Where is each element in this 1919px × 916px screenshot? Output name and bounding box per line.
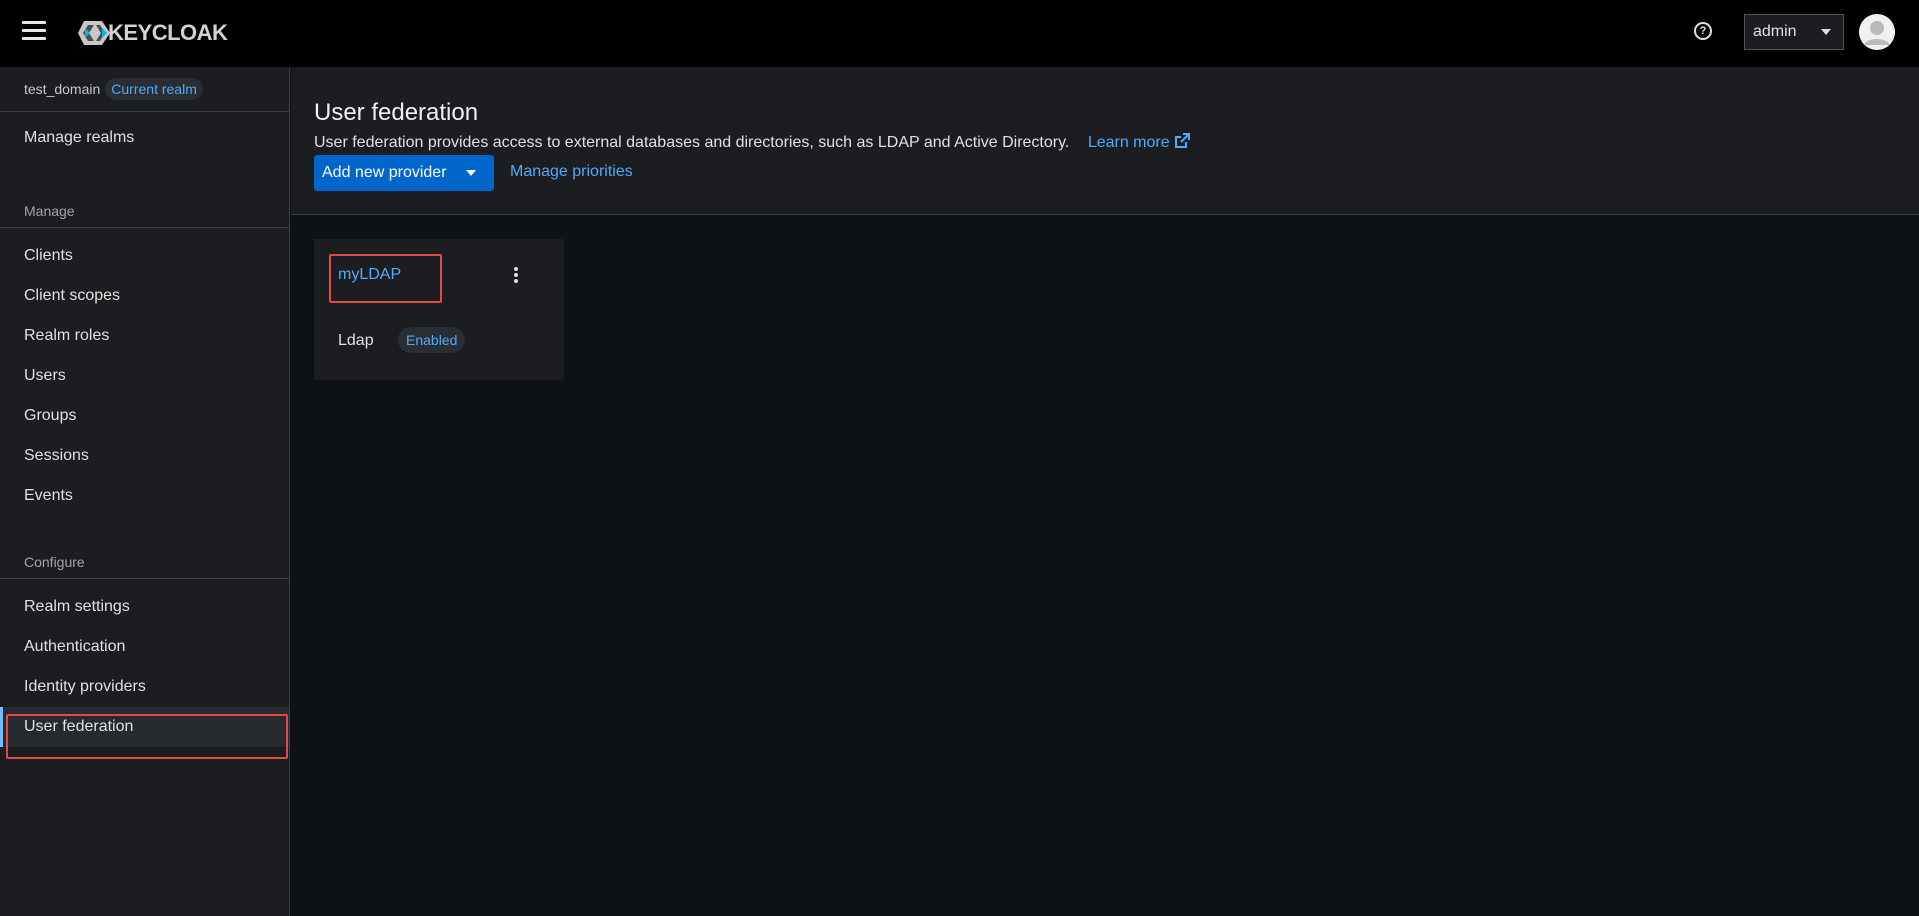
avatar[interactable] bbox=[1859, 14, 1895, 50]
learn-more-link[interactable]: Learn more bbox=[1087, 133, 1190, 151]
sidebar-item-user-federation[interactable]: User federation bbox=[0, 707, 289, 747]
status-badge: Enabled bbox=[398, 327, 466, 353]
description-text: User federation provides access to exter… bbox=[314, 134, 1070, 151]
section-title-configure: Configure bbox=[0, 543, 289, 579]
keycloak-logo[interactable]: KEYCLOAK bbox=[76, 19, 228, 47]
user-menu-dropdown[interactable]: admin bbox=[1744, 14, 1844, 50]
realm-selector[interactable]: test_domain Current realm bbox=[0, 67, 289, 112]
add-provider-label: Add new provider bbox=[322, 164, 447, 181]
current-realm-badge: Current realm bbox=[105, 78, 203, 100]
sidebar-item-authentication[interactable]: Authentication bbox=[0, 627, 289, 667]
kebab-menu-icon[interactable] bbox=[510, 265, 522, 285]
realm-name: test_domain bbox=[24, 81, 101, 97]
provider-card: myLDAP Ldap Enabled bbox=[314, 239, 564, 380]
learn-more-label: Learn more bbox=[1087, 134, 1170, 151]
caret-down-icon bbox=[1821, 29, 1831, 35]
external-link-icon bbox=[1174, 133, 1190, 148]
sidebar-item-manage-realms[interactable]: Manage realms bbox=[0, 118, 289, 158]
manage-priorities-link[interactable]: Manage priorities bbox=[510, 163, 633, 181]
page-description: User federation provides access to exter… bbox=[314, 133, 1190, 152]
section-title-manage: Manage bbox=[0, 192, 289, 228]
sidebar-item-sessions[interactable]: Sessions bbox=[0, 436, 289, 476]
page-title: User federation bbox=[314, 99, 479, 126]
sidebar-item-realm-roles[interactable]: Realm roles bbox=[0, 316, 289, 356]
help-icon[interactable]: ? bbox=[1694, 22, 1712, 40]
caret-down-icon bbox=[466, 170, 476, 176]
provider-name-link[interactable]: myLDAP bbox=[338, 266, 401, 284]
sidebar-item-clients[interactable]: Clients bbox=[0, 236, 289, 276]
add-new-provider-button[interactable]: Add new provider bbox=[314, 155, 494, 191]
sidebar-item-events[interactable]: Events bbox=[0, 476, 289, 516]
sidebar-item-client-scopes[interactable]: Client scopes bbox=[0, 276, 289, 316]
sidebar-item-groups[interactable]: Groups bbox=[0, 396, 289, 436]
sidebar-item-identity-providers[interactable]: Identity providers bbox=[0, 667, 289, 707]
sidebar-item-users[interactable]: Users bbox=[0, 356, 289, 396]
provider-type: Ldap bbox=[338, 332, 374, 349]
sidebar: test_domain Current realm Manage realms … bbox=[0, 67, 290, 916]
logo-text: KEYCLOAK bbox=[108, 20, 228, 45]
user-menu-label: admin bbox=[1753, 23, 1797, 40]
page-header: User federation User federation provides… bbox=[291, 67, 1919, 215]
masthead: KEYCLOAK ? admin bbox=[0, 0, 1919, 67]
hamburger-menu-icon[interactable] bbox=[22, 21, 46, 43]
sidebar-item-realm-settings[interactable]: Realm settings bbox=[0, 587, 289, 627]
user-avatar-icon bbox=[1859, 14, 1895, 50]
